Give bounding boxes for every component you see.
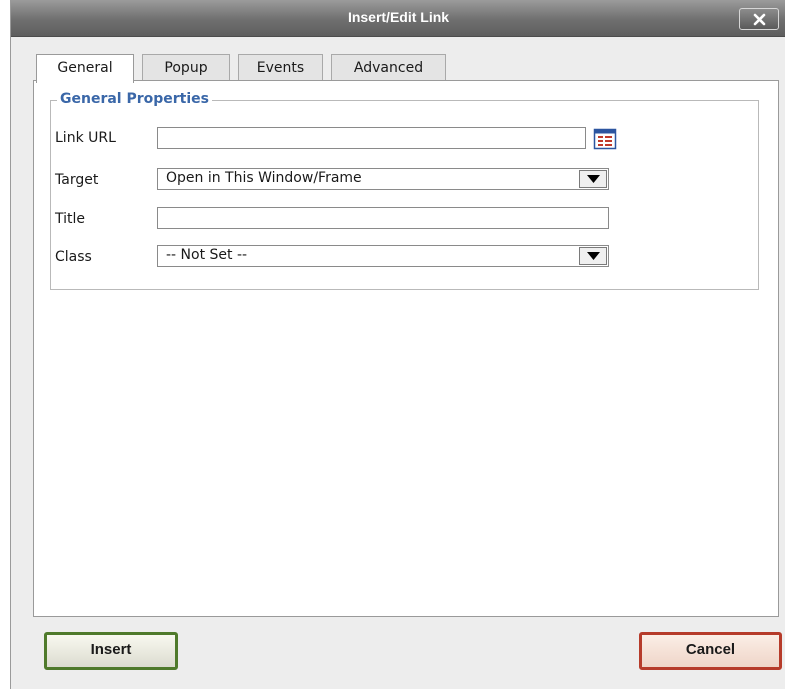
target-selected-value: Open in This Window/Frame — [166, 170, 362, 186]
close-button[interactable] — [739, 8, 779, 30]
target-select[interactable]: Open in This Window/Frame — [157, 168, 609, 190]
close-icon — [753, 13, 766, 26]
link-url-label: Link URL — [55, 130, 116, 146]
browse-icon[interactable] — [593, 128, 617, 150]
insert-edit-link-dialog: Insert/Edit Link General Popup Events Ad… — [10, 0, 785, 689]
class-select[interactable]: -- Not Set -- — [157, 245, 609, 267]
dialog-title: Insert/Edit Link — [347, 9, 450, 25]
class-selected-value: -- Not Set -- — [166, 247, 248, 263]
page-background: Insert/Edit Link General Popup Events Ad… — [0, 0, 785, 689]
chevron-down-icon — [587, 252, 600, 260]
insert-button[interactable]: Insert — [44, 632, 178, 670]
title-label: Title — [55, 211, 86, 227]
tab-advanced[interactable]: Advanced — [331, 54, 446, 81]
class-label: Class — [55, 249, 92, 265]
chevron-down-icon — [587, 175, 600, 183]
tab-general[interactable]: General — [36, 54, 134, 83]
general-properties-legend: General Properties — [57, 91, 212, 107]
tab-events[interactable]: Events — [238, 54, 323, 81]
cancel-button[interactable]: Cancel — [639, 632, 782, 670]
link-url-input[interactable] — [157, 127, 586, 149]
target-dropdown-button[interactable] — [579, 170, 607, 188]
target-label: Target — [55, 172, 99, 188]
class-dropdown-button[interactable] — [579, 247, 607, 265]
tab-popup[interactable]: Popup — [142, 54, 230, 81]
dialog-titlebar[interactable]: Insert/Edit Link — [11, 0, 785, 37]
title-input[interactable] — [157, 207, 609, 229]
tab-panel-general: General Properties — [33, 80, 779, 617]
browse-list-icon — [593, 128, 617, 150]
